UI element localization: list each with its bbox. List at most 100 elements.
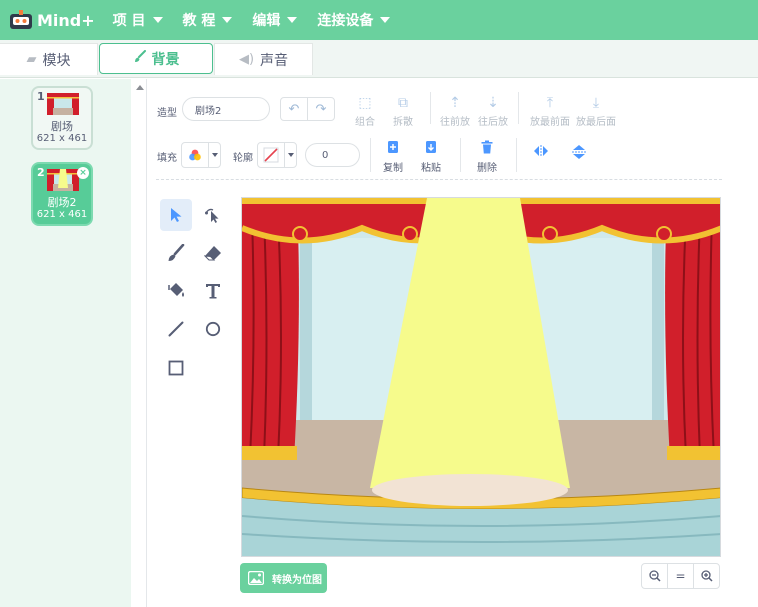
zoom-out-icon xyxy=(648,570,661,582)
fill-tool[interactable] xyxy=(160,275,192,307)
flip-vertical-icon xyxy=(561,144,597,162)
editor-tabs: ▰ 模块 背景 ◀) 声音 xyxy=(0,40,758,78)
zoom-reset-label: = xyxy=(675,569,686,583)
text-icon xyxy=(206,284,220,299)
backdrop-name: 剧场 xyxy=(51,120,73,133)
backward-button[interactable]: ⇣ 往后放 xyxy=(475,94,511,128)
toolbar-divider xyxy=(370,138,371,172)
menu-edit-label: 编辑 xyxy=(252,13,281,29)
send-back-icon: ⤓ xyxy=(592,95,600,111)
brush-icon xyxy=(168,244,185,261)
backdrop-item-selected[interactable]: 2 × 剧场2 621 x 461 xyxy=(31,162,93,226)
flip-horizontal-icon xyxy=(523,144,559,162)
costume-name-label: 造型 xyxy=(157,108,177,119)
redo-icon: ↷ xyxy=(315,101,327,117)
menu-project-label: 项 目 xyxy=(112,13,146,29)
arrow-up-icon: ⇡ xyxy=(449,95,461,111)
convert-to-bitmap-label: 转换为位图 xyxy=(272,574,322,586)
flip-horizontal-button[interactable] xyxy=(523,144,559,163)
toolbar-divider xyxy=(430,92,431,124)
toolbar-divider xyxy=(518,92,519,124)
paste-icon xyxy=(413,140,449,158)
brush-tool[interactable] xyxy=(160,237,192,269)
scroll-up-icon[interactable] xyxy=(136,85,144,90)
ungroup-button[interactable]: ⧉ 拆散 xyxy=(385,94,421,128)
brush-icon xyxy=(133,50,146,67)
circle-tool[interactable] xyxy=(197,313,229,345)
sidebar-scrollbar[interactable] xyxy=(131,79,147,607)
app-logo[interactable]: Mind+ xyxy=(8,9,95,31)
zoom-reset-button[interactable]: = xyxy=(667,564,694,588)
chevron-down-icon xyxy=(380,17,391,23)
ungroup-icon: ⧉ xyxy=(398,95,408,111)
menu-connect-label: 连接设备 xyxy=(317,13,374,29)
tab-backdrops[interactable]: 背景 xyxy=(99,43,213,74)
toolbar-divider xyxy=(460,138,461,172)
group-button[interactable]: ⬚ 组合 xyxy=(347,94,383,128)
send-to-back-button[interactable]: ⤓ 放最后面 xyxy=(574,94,618,128)
blocks-icon: ▰ xyxy=(26,52,37,67)
outline-width-input[interactable]: 0 xyxy=(305,143,360,167)
backward-label: 往后放 xyxy=(478,117,508,128)
copy-button[interactable]: 复制 xyxy=(375,140,411,174)
trash-icon xyxy=(469,140,505,158)
bring-to-front-button[interactable]: ⤒ 放最前面 xyxy=(528,94,572,128)
tab-blocks[interactable]: ▰ 模块 xyxy=(0,43,98,75)
backdrop-list: 1 剧场 621 x 461 2 × 剧场2 621 x 461 xyxy=(0,79,131,607)
rectangle-tool[interactable] xyxy=(160,352,192,384)
paste-button[interactable]: 粘贴 xyxy=(413,140,449,174)
fill-color-icon xyxy=(182,143,208,167)
forward-button[interactable]: ⇡ 往前放 xyxy=(437,94,473,128)
backdrop-size: 621 x 461 xyxy=(36,133,88,144)
rectangle-icon xyxy=(168,360,184,376)
chevron-down-icon xyxy=(284,143,296,167)
cursor-icon xyxy=(171,208,182,222)
menu-project[interactable]: 项 目 xyxy=(113,10,163,30)
zoom-controls: = xyxy=(641,563,720,589)
reshape-icon xyxy=(205,208,219,223)
backdrop-index: 1 xyxy=(37,90,45,103)
theater-stage-artwork xyxy=(242,198,720,556)
group-label: 组合 xyxy=(355,117,375,128)
eraser-icon xyxy=(204,246,221,261)
undo-icon: ↶ xyxy=(288,101,300,117)
delete-backdrop-icon[interactable]: × xyxy=(77,167,89,179)
bring-front-icon: ⤒ xyxy=(546,95,554,111)
costume-name-input[interactable]: 剧场2 xyxy=(182,97,270,121)
fill-color-picker[interactable] xyxy=(181,142,221,168)
outline-color-picker[interactable] xyxy=(257,142,297,168)
arrow-down-icon: ⇣ xyxy=(487,95,499,111)
paint-canvas[interactable] xyxy=(241,197,721,557)
circle-icon xyxy=(205,321,221,337)
zoom-in-button[interactable] xyxy=(694,564,719,588)
chevron-down-icon xyxy=(287,17,298,23)
delete-button[interactable]: 删除 xyxy=(469,140,505,174)
undo-button[interactable]: ↶ xyxy=(280,97,308,121)
tab-sounds[interactable]: ◀) 声音 xyxy=(214,43,313,75)
forward-label: 往前放 xyxy=(440,117,470,128)
convert-to-bitmap-button[interactable]: 转换为位图 xyxy=(240,563,327,593)
chevron-down-icon xyxy=(208,143,220,167)
backdrop-item[interactable]: 1 剧场 621 x 461 xyxy=(31,86,93,150)
select-tool[interactable] xyxy=(160,199,192,231)
eraser-tool[interactable] xyxy=(197,237,229,269)
text-tool[interactable] xyxy=(197,275,229,307)
menu-edit[interactable]: 编辑 xyxy=(252,10,298,30)
line-tool[interactable] xyxy=(160,313,192,345)
zoom-out-button[interactable] xyxy=(642,564,667,588)
reshape-tool[interactable] xyxy=(197,199,229,231)
flip-vertical-button[interactable] xyxy=(561,144,597,163)
chevron-down-icon xyxy=(152,17,163,23)
backdrop-thumbnail xyxy=(47,93,79,115)
copy-label: 复制 xyxy=(383,163,403,174)
paste-label: 粘贴 xyxy=(421,163,441,174)
fill-label: 填充 xyxy=(157,153,177,164)
back-label: 放最后面 xyxy=(576,117,616,128)
backdrop-name: 剧场2 xyxy=(47,196,77,209)
speaker-icon: ◀) xyxy=(238,52,255,67)
menu-tutorial[interactable]: 教 程 xyxy=(183,10,233,30)
menu-connect-device[interactable]: 连接设备 xyxy=(317,10,391,30)
backdrop-index: 2 xyxy=(37,166,45,179)
backdrop-thumbnail xyxy=(47,169,79,191)
redo-button[interactable]: ↷ xyxy=(307,97,335,121)
